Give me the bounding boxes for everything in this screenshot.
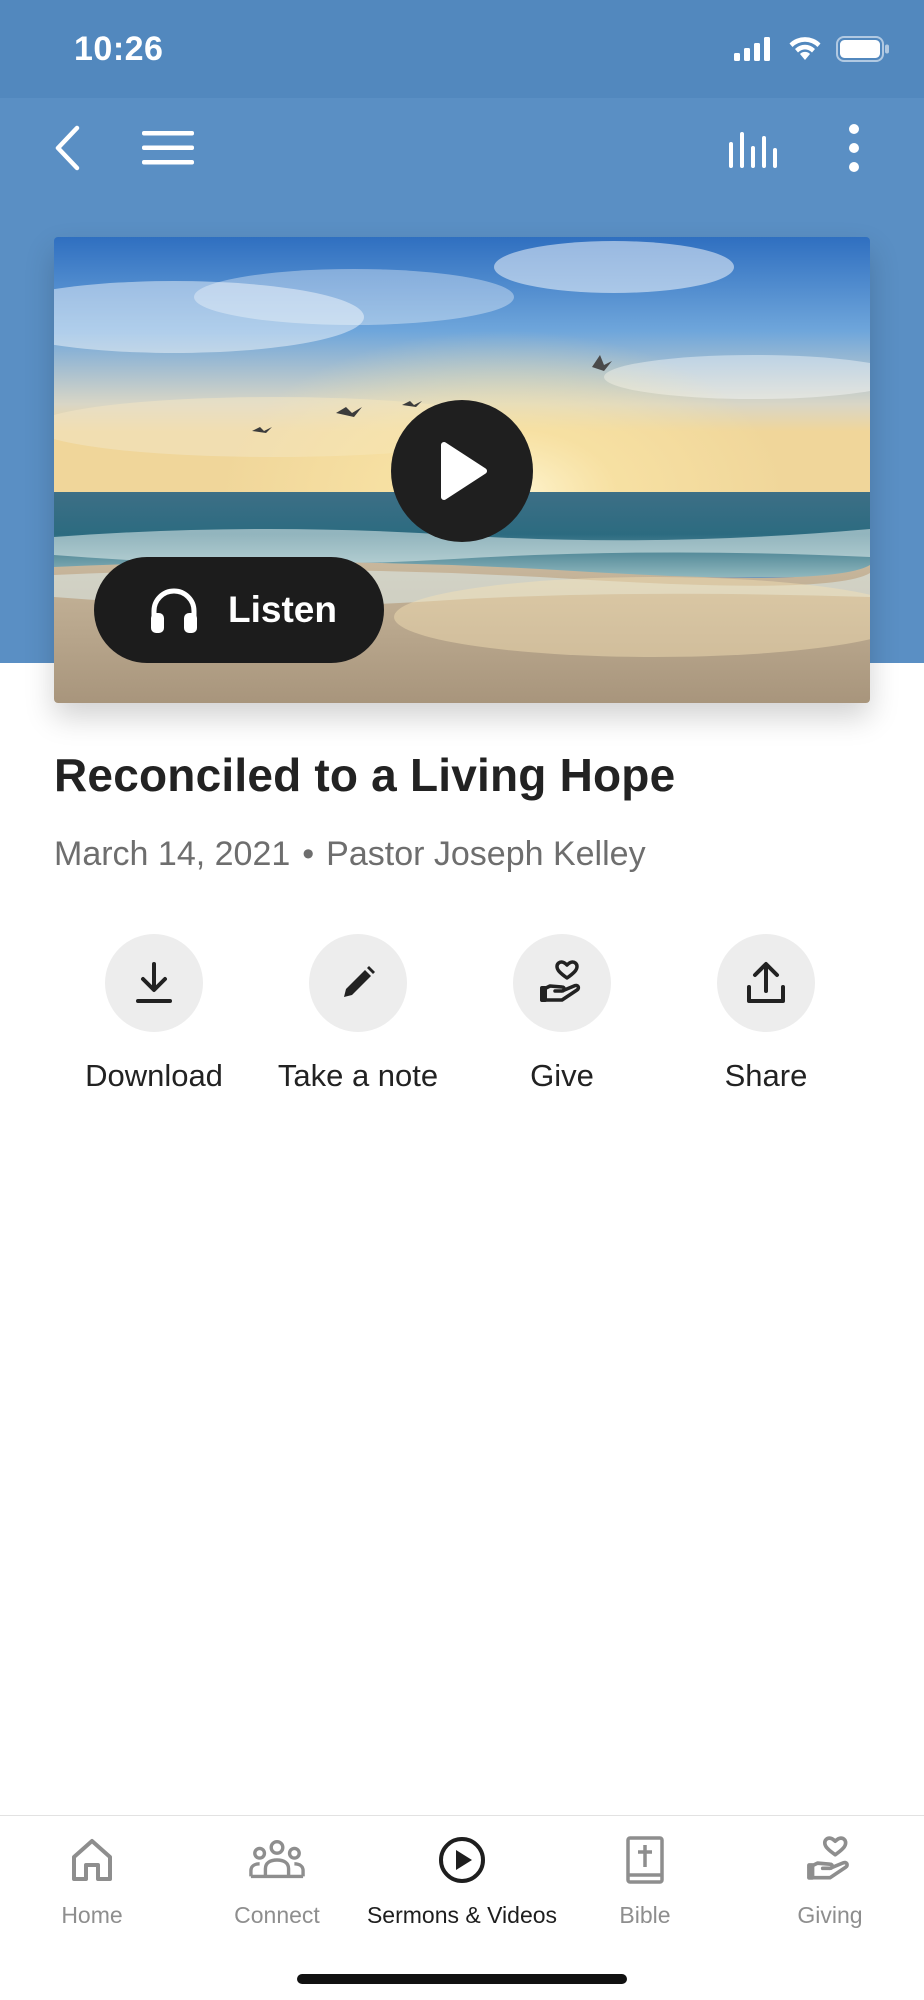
meta-separator: • <box>302 835 315 873</box>
tab-connect-icon-wrap <box>249 1832 305 1888</box>
signal-icon <box>734 37 770 61</box>
share-circle <box>717 934 815 1032</box>
menu-button[interactable] <box>136 116 200 180</box>
download-icon <box>136 962 172 1003</box>
give-label: Give <box>530 1058 594 1093</box>
audio-bars-icon <box>729 132 777 168</box>
tab-giving-label: Giving <box>797 1902 863 1928</box>
heart-hand-icon <box>807 1836 849 1880</box>
tab-bible-label: Bible <box>619 1902 671 1928</box>
battery-icon <box>836 36 889 62</box>
tab-connect[interactable]: Connect <box>185 1832 369 1929</box>
more-vertical-icon <box>849 124 859 172</box>
heart-hand-icon <box>540 960 581 1002</box>
take-a-note-label: Take a note <box>277 1058 439 1093</box>
back-chevron-icon <box>55 125 80 171</box>
tab-home-icon-wrap <box>64 1832 120 1888</box>
play-circle-icon <box>439 1837 485 1883</box>
sermon-speaker: Pastor Joseph Kelley <box>326 835 646 873</box>
give-button[interactable]: Give <box>462 934 662 1094</box>
take-a-note-button[interactable]: Take a note <box>258 934 458 1094</box>
people-icon <box>249 1839 305 1879</box>
status-icons <box>734 36 890 62</box>
more-options-button[interactable] <box>822 116 886 180</box>
tab-home-label: Home <box>61 1902 123 1928</box>
sermon-date: March 14, 2021 <box>54 835 291 873</box>
tab-sermons-videos[interactable]: Sermons & Videos <box>366 1832 558 1929</box>
home-icon <box>72 1839 112 1881</box>
pencil-icon <box>344 966 375 997</box>
tab-home[interactable]: Home <box>0 1832 184 1929</box>
status-time: 10:26 <box>74 30 164 68</box>
tab-bible-icon-wrap <box>617 1832 673 1888</box>
status-bar: 10:26 <box>0 0 924 98</box>
sermon-meta: March 14, 2021 • Pastor Joseph Kelley <box>54 835 646 874</box>
play-button[interactable] <box>391 400 533 542</box>
home-indicator[interactable] <box>297 1974 627 1984</box>
share-upload-icon <box>747 962 785 1003</box>
listen-label: Listen <box>228 589 337 630</box>
back-button[interactable] <box>36 116 100 180</box>
bottom-tab-bar: Home Connect Sermons & Videos Bible Givi… <box>0 1815 924 2000</box>
take-a-note-circle <box>309 934 407 1032</box>
bible-icon <box>626 1836 664 1884</box>
hamburger-menu-icon <box>142 131 194 165</box>
share-button[interactable]: Share <box>666 934 866 1094</box>
tab-sermons-icon-wrap <box>434 1832 490 1888</box>
top-navigation <box>0 98 924 198</box>
tab-sermons-label: Sermons & Videos <box>366 1902 558 1928</box>
sermon-media[interactable]: Listen <box>54 237 870 703</box>
audio-player-button[interactable] <box>722 116 786 180</box>
sermon-title: Reconciled to a Living Hope <box>54 749 676 801</box>
tab-giving-icon-wrap <box>802 1832 858 1888</box>
give-circle <box>513 934 611 1032</box>
headphones-icon <box>151 588 197 633</box>
listen-button[interactable]: Listen <box>94 557 384 663</box>
tab-bible[interactable]: Bible <box>553 1832 737 1929</box>
tab-connect-label: Connect <box>234 1902 320 1928</box>
download-button[interactable]: Download <box>54 934 254 1094</box>
download-circle <box>105 934 203 1032</box>
download-label: Download <box>85 1058 223 1093</box>
wifi-icon <box>789 37 821 60</box>
share-label: Share <box>724 1058 808 1093</box>
tab-giving[interactable]: Giving <box>738 1832 922 1929</box>
action-row: Download Take a note Give Share <box>54 934 870 1094</box>
play-icon <box>441 442 487 500</box>
